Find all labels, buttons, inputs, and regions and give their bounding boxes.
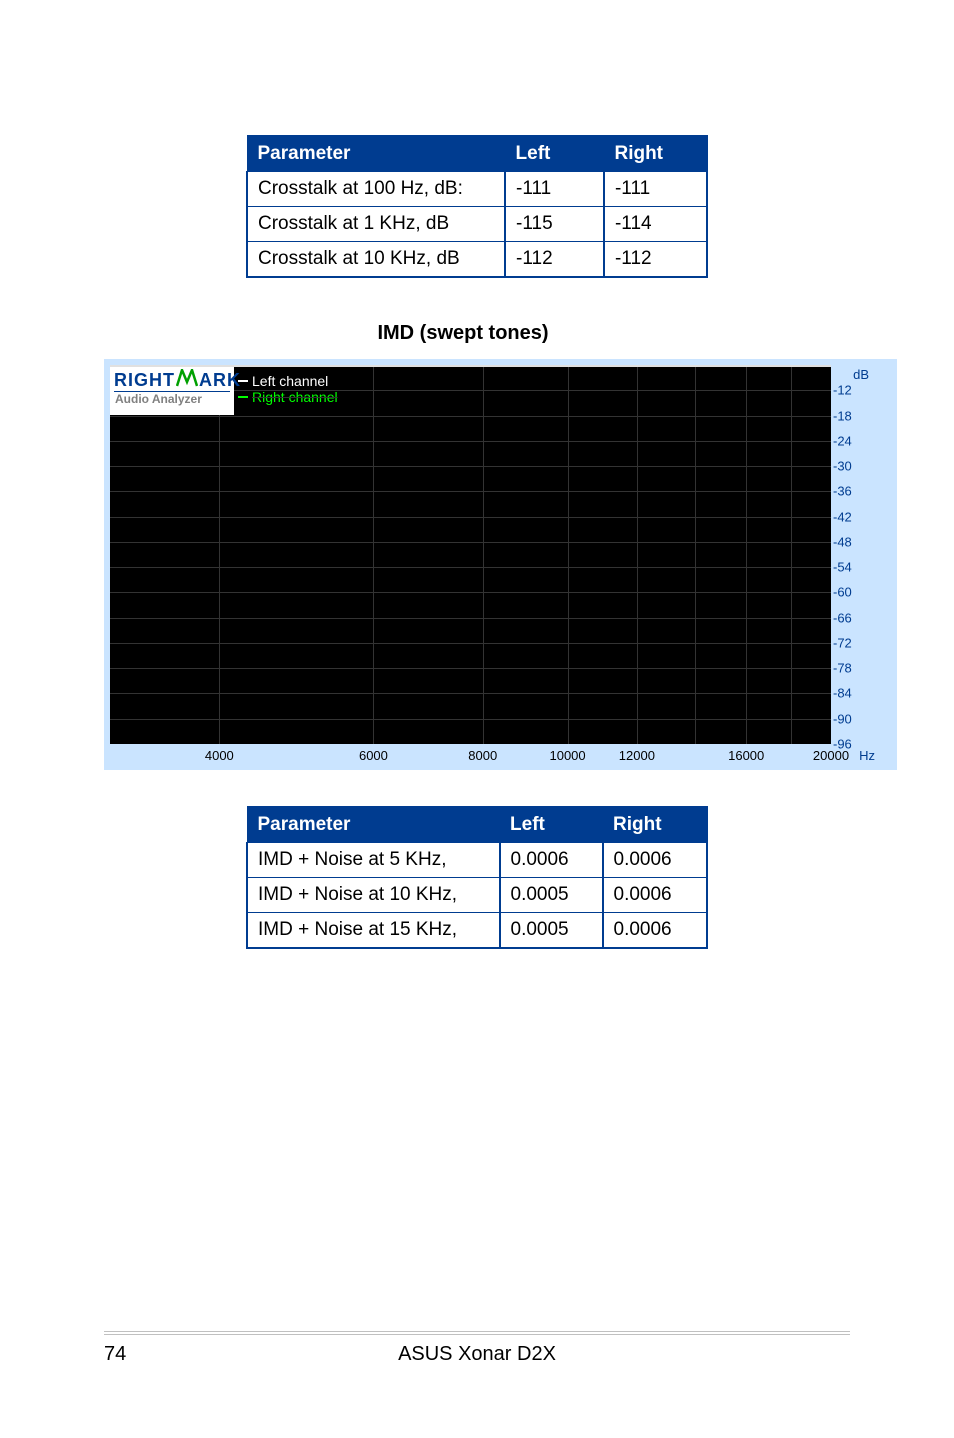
gridline-h [110, 693, 831, 694]
cell-param: Crosstalk at 10 KHz, dB [247, 242, 505, 278]
cell-right: 0.0006 [603, 878, 708, 913]
table-row: Crosstalk at 1 KHz, dB -115 -114 [247, 207, 707, 242]
footer-title: ASUS Xonar D2X [154, 1343, 800, 1366]
y-tick: -42 [833, 509, 873, 524]
gridline-v [219, 365, 220, 744]
gridline-v [637, 365, 638, 744]
col-header-left: Left [505, 136, 604, 172]
table-row: IMD + Noise at 5 KHz, 0.0006 0.0006 [247, 843, 707, 878]
gridline-v [568, 365, 569, 744]
legend-label-right: Right channel [252, 389, 338, 405]
x-tick: 12000 [619, 748, 655, 763]
y-tick: -12 [833, 383, 873, 398]
cell-right: -112 [604, 242, 707, 278]
col-header-left: Left [500, 807, 603, 843]
y-tick: -84 [833, 686, 873, 701]
col-header-right: Right [604, 136, 707, 172]
chart-legend: Left channel Right channel [238, 373, 338, 405]
y-tick: -90 [833, 711, 873, 726]
cell-param: Crosstalk at 1 KHz, dB [247, 207, 505, 242]
brand-ark-text: ARK [199, 371, 241, 389]
gridline-h [110, 441, 831, 442]
col-header-parameter: Parameter [247, 136, 505, 172]
brand-m-icon [176, 369, 198, 391]
page-number: 74 [104, 1343, 154, 1366]
cell-right: 0.0006 [603, 843, 708, 878]
page-footer: 74 ASUS Xonar D2X [0, 1331, 954, 1366]
cell-right: -111 [604, 172, 707, 207]
chart-brand-badge: RIGHT ARK Audio Analyzer [110, 367, 234, 415]
y-tick: -18 [833, 408, 873, 423]
gridline-v [483, 365, 484, 744]
cell-param: IMD + Noise at 5 KHz, [247, 843, 500, 878]
y-axis-unit: dB [853, 367, 869, 382]
chart-y-axis: dB -12 -18 -24 -30 -36 -42 -48 -54 -60 -66 -72 -78 -… [831, 365, 881, 744]
cell-left: -115 [505, 207, 604, 242]
y-tick: -54 [833, 560, 873, 575]
col-header-right: Right [603, 807, 708, 843]
gridline-h [110, 517, 831, 518]
chart-title: IMD (swept tones) [0, 322, 926, 345]
table-row: Crosstalk at 100 Hz, dB: -111 -111 [247, 172, 707, 207]
cell-param: Crosstalk at 100 Hz, dB: [247, 172, 505, 207]
x-tick: 20000 [813, 748, 849, 763]
imd-chart: RIGHT ARK Audio Analyzer Left channel [104, 359, 897, 770]
y-tick: -30 [833, 459, 873, 474]
legend-label-left: Left channel [252, 373, 328, 389]
x-tick: 10000 [549, 748, 585, 763]
y-tick: -78 [833, 661, 873, 676]
col-header-parameter: Parameter [247, 807, 500, 843]
brand-subtitle: Audio Analyzer [114, 391, 230, 406]
gridline-h [110, 719, 831, 720]
x-tick: 16000 [728, 748, 764, 763]
crosstalk-table: Parameter Left Right Crosstalk at 100 Hz… [246, 135, 708, 278]
gridline-v-minor [791, 365, 792, 744]
gridline-h [110, 542, 831, 543]
y-tick: -24 [833, 433, 873, 448]
gridline-h [110, 567, 831, 568]
cell-param: IMD + Noise at 15 KHz, [247, 913, 500, 949]
gridline-v [746, 365, 747, 744]
cell-left: -111 [505, 172, 604, 207]
gridline-h [110, 618, 831, 619]
table-row: IMD + Noise at 15 KHz, 0.0005 0.0006 [247, 913, 707, 949]
gridline-h [110, 491, 831, 492]
gridline-h [110, 466, 831, 467]
y-tick: -60 [833, 585, 873, 600]
x-tick: 8000 [468, 748, 497, 763]
gridline-v [373, 365, 374, 744]
cell-left: 0.0006 [500, 843, 603, 878]
gridline-h [110, 643, 831, 644]
x-tick: 4000 [205, 748, 234, 763]
gridline-h [110, 668, 831, 669]
x-tick: 6000 [359, 748, 388, 763]
cell-left: 0.0005 [500, 913, 603, 949]
cell-left: 0.0005 [500, 878, 603, 913]
y-tick: -36 [833, 484, 873, 499]
legend-swatch-right [238, 396, 248, 398]
gridline-h [110, 416, 831, 417]
legend-swatch-left [238, 380, 248, 382]
y-tick: -66 [833, 610, 873, 625]
cell-left: -112 [505, 242, 604, 278]
table-row: Crosstalk at 10 KHz, dB -112 -112 [247, 242, 707, 278]
document-page: Parameter Left Right Crosstalk at 100 Hz… [0, 0, 954, 1438]
chart-plot-area: RIGHT ARK Audio Analyzer Left channel [110, 365, 831, 744]
y-tick: -48 [833, 534, 873, 549]
table-row: IMD + Noise at 10 KHz, 0.0005 0.0006 [247, 878, 707, 913]
gridline-h [110, 592, 831, 593]
gridline-v-minor [695, 365, 696, 744]
brand-right-text: RIGHT [114, 371, 175, 389]
x-axis-unit: Hz [859, 748, 875, 763]
chart-x-axis: Hz 40006000800010000120001600020000 [110, 744, 831, 766]
cell-param: IMD + Noise at 10 KHz, [247, 878, 500, 913]
y-tick: -72 [833, 635, 873, 650]
cell-right: 0.0006 [603, 913, 708, 949]
cell-right: -114 [604, 207, 707, 242]
imd-noise-table: Parameter Left Right IMD + Noise at 5 KH… [246, 806, 708, 949]
